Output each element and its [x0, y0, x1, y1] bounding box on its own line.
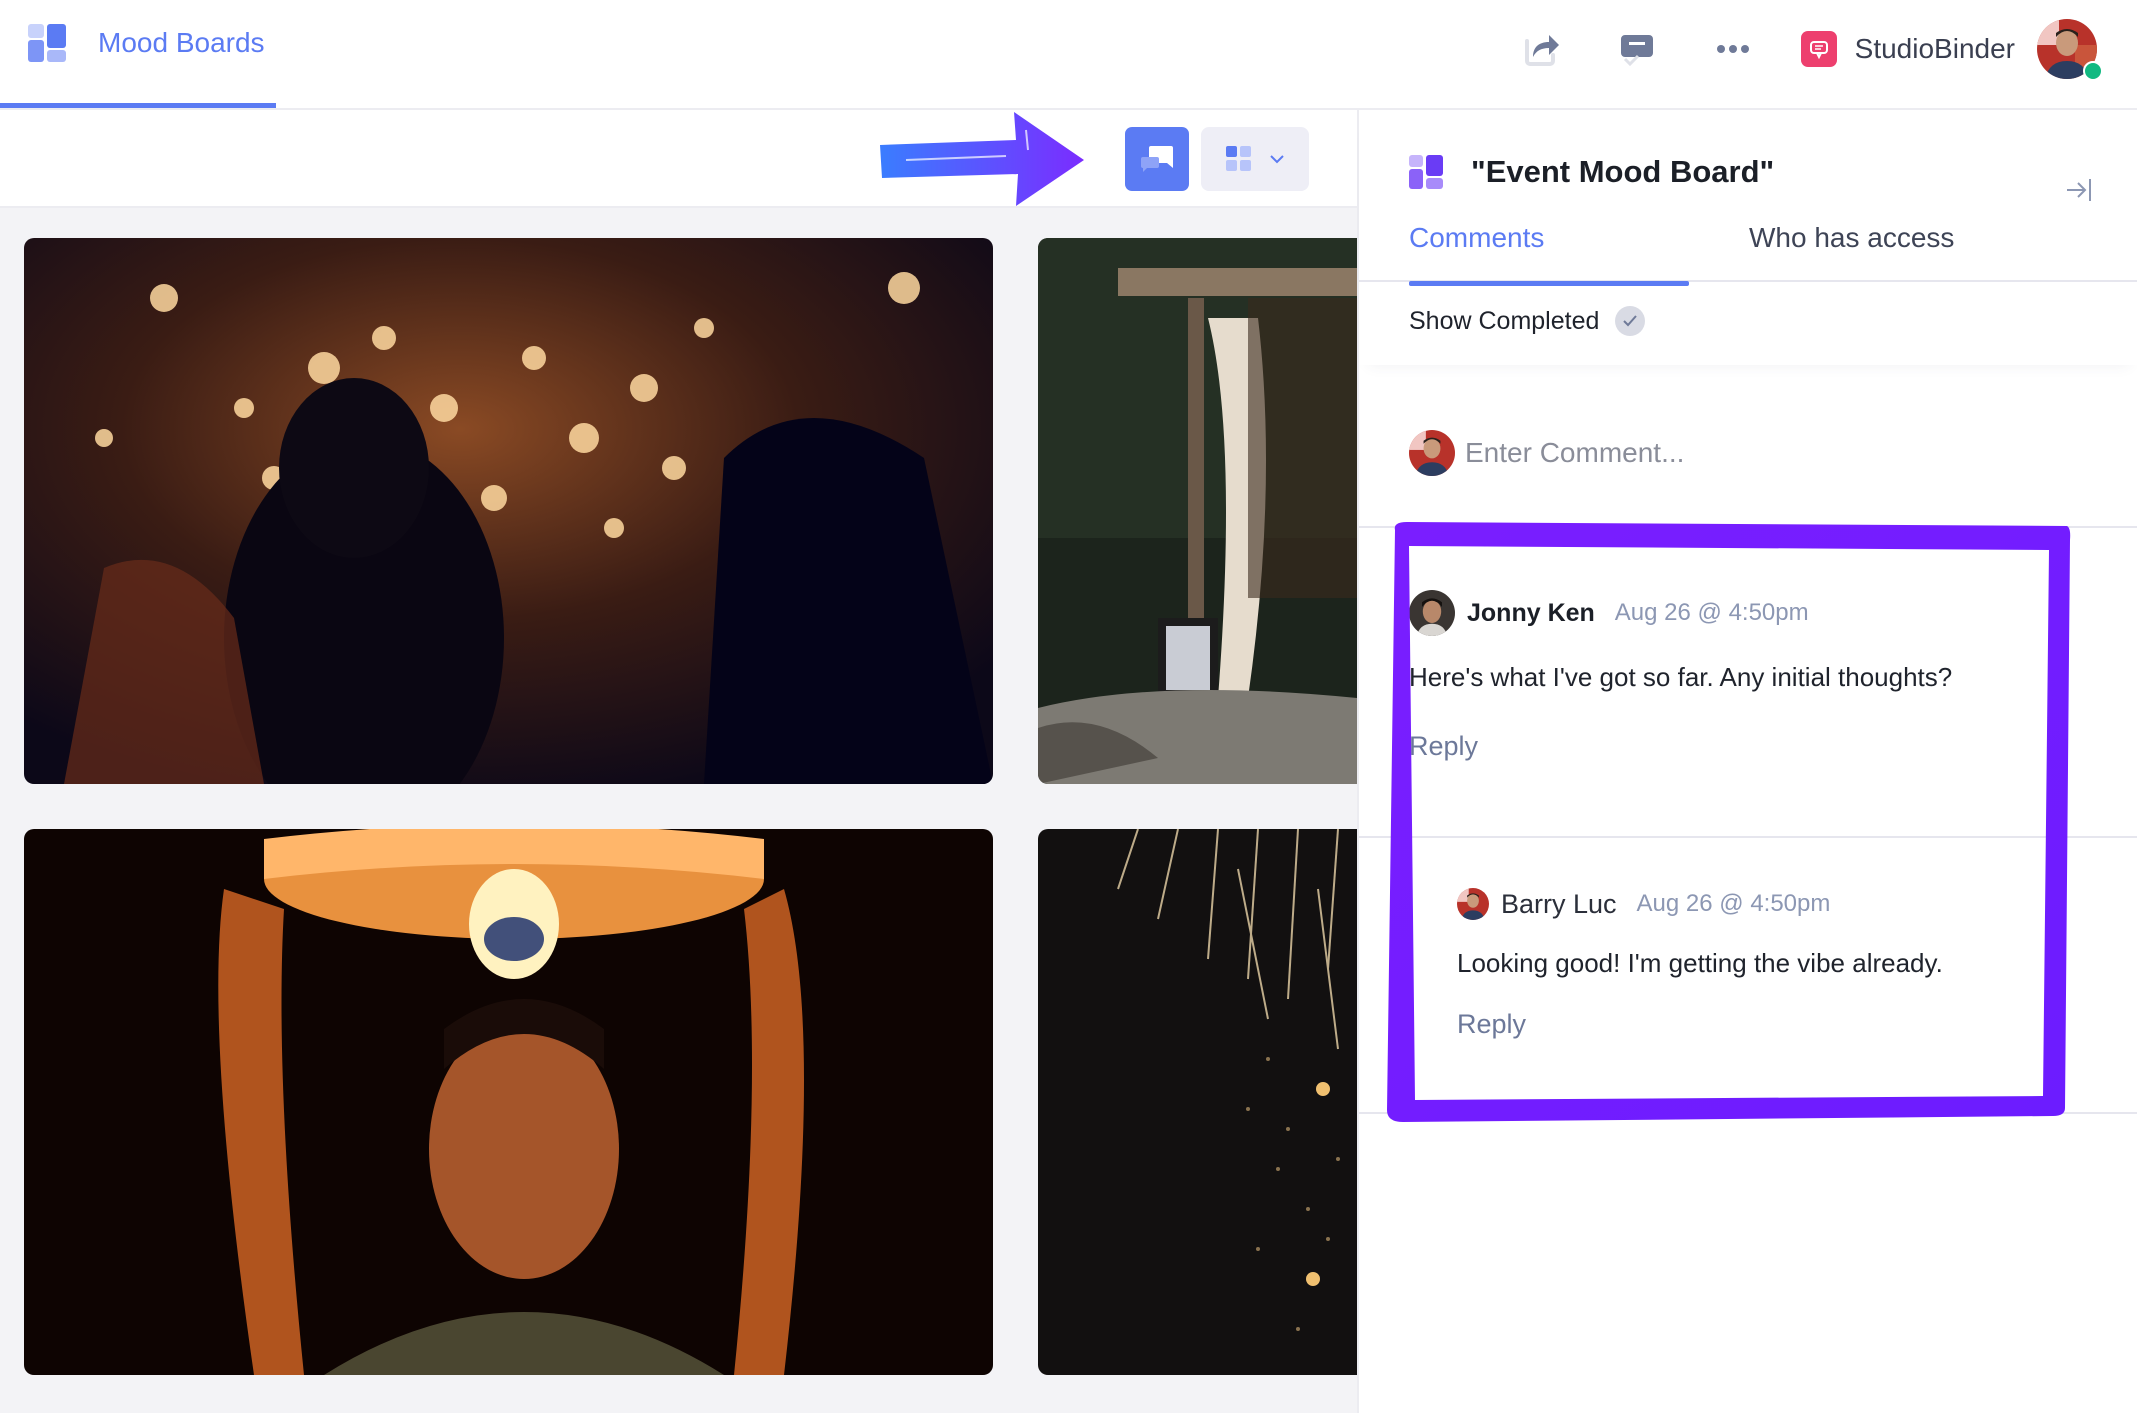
current-user-avatar [1409, 430, 1455, 476]
comment-header: Jonny Ken Aug 26 @ 4:50pm [1409, 590, 2089, 636]
comment-header: Barry Luc Aug 26 @ 4:50pm [1457, 888, 2137, 920]
online-status-dot [2083, 61, 2103, 81]
comments-icon [1141, 146, 1173, 172]
share-icon [1524, 35, 1559, 66]
chevron-down-icon [1269, 155, 1284, 164]
board-image-sparklers[interactable] [24, 238, 993, 784]
panel-header: "Event Mood Board" Comments Who has acce… [1359, 110, 2137, 365]
comments-check-icon [1620, 35, 1653, 67]
view-mode-dropdown[interactable] [1201, 127, 1309, 191]
show-completed-toggle[interactable]: Show Completed [1409, 306, 1646, 336]
mood-boards-nav[interactable]: Mood Boards [28, 24, 265, 62]
comment-body: Looking good! I'm getting the vibe alrea… [1457, 948, 1943, 978]
mood-board-icon [28, 24, 66, 62]
studiobinder-logo-icon [1800, 31, 1837, 67]
divider [1359, 526, 2137, 528]
share-button[interactable] [1513, 21, 1569, 77]
account-switcher[interactable]: StudioBinder [1800, 31, 2015, 67]
comment-input[interactable] [1465, 437, 2065, 469]
comment-author: Barry Luc [1501, 888, 1617, 919]
annotation-arrow-icon [880, 112, 1084, 206]
board-image-sky-lantern[interactable] [24, 829, 993, 1375]
divider [1359, 836, 2137, 838]
panel-title: "Event Mood Board" [1471, 154, 1775, 189]
mood-board-icon [1409, 155, 1443, 189]
comment-item: Jonny Ken Aug 26 @ 4:50pm Here's what I'… [1409, 590, 2089, 762]
more-icon [1716, 45, 1749, 53]
comment-body: Here's what I've got so far. Any initial… [1409, 662, 1953, 692]
grid-view-icon [1225, 146, 1251, 171]
checkmark-icon [1615, 306, 1646, 336]
comment-timestamp: Aug 26 @ 4:50pm [1614, 599, 1809, 626]
barry-luc-avatar [1457, 888, 1489, 920]
tab-who-has-access[interactable]: Who has access [1749, 218, 1954, 282]
board-image-fireworks[interactable] [1038, 829, 1357, 1375]
collapse-panel-icon[interactable] [2063, 174, 2095, 206]
divider [1359, 1112, 2137, 1114]
reply-button[interactable]: Reply [1457, 1009, 1526, 1040]
top-header: Mood Boards StudioBinder [0, 0, 2137, 110]
resolve-comments-button[interactable] [1609, 21, 1665, 77]
mood-board-canvas [0, 110, 1357, 1413]
reply-button[interactable]: Reply [1409, 731, 1478, 762]
more-options-button[interactable] [1705, 21, 1761, 77]
show-completed-label: Show Completed [1409, 306, 1600, 335]
board-toolbar [0, 110, 1357, 208]
user-avatar[interactable] [2037, 19, 2103, 81]
toggle-comments-button[interactable] [1125, 127, 1189, 191]
comments-panel: "Event Mood Board" Comments Who has acce… [1357, 110, 2137, 1413]
comment-author: Jonny Ken [1467, 598, 1595, 627]
panel-tabs: Comments Who has access [1359, 218, 2137, 286]
account-name: StudioBinder [1854, 33, 2015, 64]
active-nav-underline [0, 103, 276, 108]
comment-reply-item: Barry Luc Aug 26 @ 4:50pm Looking good! … [1457, 888, 2137, 1040]
comment-timestamp: Aug 26 @ 4:50pm [1636, 890, 1831, 917]
mood-boards-label: Mood Boards [98, 27, 265, 58]
tab-comments[interactable]: Comments [1409, 218, 1689, 286]
new-comment-row [1409, 428, 2109, 478]
header-actions: StudioBinder [1513, 18, 2103, 81]
board-image-pergola[interactable] [1038, 238, 1357, 784]
panel-title-row: "Event Mood Board" [1409, 154, 1774, 190]
jonny-ken-avatar [1409, 590, 1455, 636]
